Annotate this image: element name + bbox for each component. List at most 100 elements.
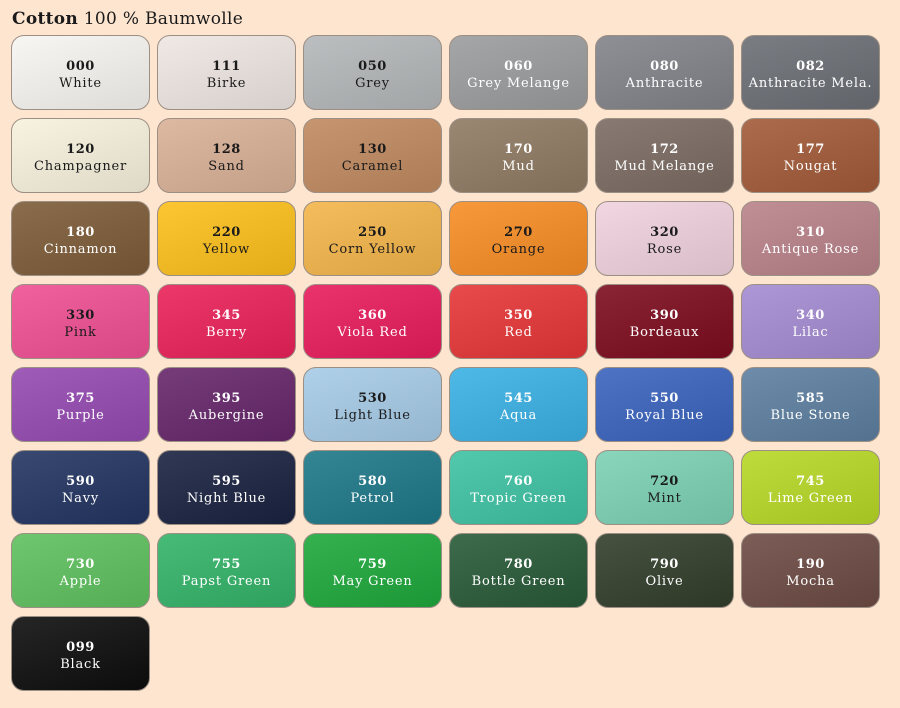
swatch-name: Berry	[205, 325, 248, 340]
swatch-code: 330	[66, 308, 95, 323]
swatch-name: Bottle Green	[471, 574, 566, 589]
color-swatch: 170 Mud	[449, 118, 588, 193]
color-swatch: 099 Black	[11, 616, 150, 691]
swatch-name: Aubergine	[188, 408, 265, 423]
swatch-name: Pink	[64, 325, 97, 340]
swatch-name: Rose	[646, 242, 683, 257]
swatch-name: Cinnamon	[43, 242, 118, 257]
swatch-code: 000	[66, 59, 95, 74]
color-swatch: 590 Navy	[11, 450, 150, 525]
swatch-code: 745	[796, 474, 825, 489]
swatch-grid: 000 White 111 Birke 050 Grey 060 Grey Melange 08…	[11, 35, 880, 691]
color-swatch: 780 Bottle Green	[449, 533, 588, 608]
chart-heading: Cotton 100 % Baumwolle	[12, 9, 243, 29]
swatch-name: Corn Yellow	[328, 242, 417, 257]
color-swatch: 350 Red	[449, 284, 588, 359]
color-chart-page: Cotton 100 % Baumwolle 000 White 111 Birke 0…	[0, 0, 900, 708]
swatch-name: Petrol	[350, 491, 395, 506]
color-swatch: 745 Lime Green	[741, 450, 880, 525]
color-swatch: 550 Royal Blue	[595, 367, 734, 442]
swatch-code: 585	[796, 391, 825, 406]
swatch-code: 375	[66, 391, 95, 406]
swatch-name: Tropic Green	[470, 491, 567, 506]
swatch-name: Nougat	[783, 159, 838, 174]
swatch-code: 310	[796, 225, 825, 240]
swatch-name: May Green	[332, 574, 413, 589]
color-swatch: 585 Blue Stone	[741, 367, 880, 442]
swatch-code: 082	[796, 59, 825, 74]
color-swatch: 340 Lilac	[741, 284, 880, 359]
swatch-name: Purple	[56, 408, 105, 423]
color-swatch: 190 Mocha	[741, 533, 880, 608]
swatch-code: 755	[212, 557, 241, 572]
swatch-name: Antique Rose	[761, 242, 860, 257]
color-swatch: 310 Antique Rose	[741, 201, 880, 276]
swatch-name: Black	[60, 657, 101, 672]
swatch-name: Night Blue	[186, 491, 267, 506]
swatch-code: 790	[650, 557, 679, 572]
swatch-name: Yellow	[202, 242, 251, 257]
color-swatch: 360 Viola Red	[303, 284, 442, 359]
swatch-name: Navy	[61, 491, 99, 506]
color-swatch: 120 Champagner	[11, 118, 150, 193]
color-swatch: 345 Berry	[157, 284, 296, 359]
swatch-code: 550	[650, 391, 679, 406]
swatch-name: Blue Stone	[770, 408, 851, 423]
swatch-code: 270	[504, 225, 533, 240]
color-swatch: 530 Light Blue	[303, 367, 442, 442]
swatch-code: 530	[358, 391, 387, 406]
swatch-code: 780	[504, 557, 533, 572]
swatch-code: 350	[504, 308, 533, 323]
swatch-code: 320	[650, 225, 679, 240]
swatch-code: 099	[66, 640, 95, 655]
color-swatch: 755 Papst Green	[157, 533, 296, 608]
heading-material: 100 % Baumwolle	[83, 9, 244, 29]
swatch-code: 177	[796, 142, 825, 157]
swatch-code: 190	[796, 557, 825, 572]
swatch-name: Royal Blue	[625, 408, 704, 423]
swatch-code: 720	[650, 474, 679, 489]
color-swatch: 330 Pink	[11, 284, 150, 359]
swatch-name: Sand	[208, 159, 245, 174]
swatch-code: 580	[358, 474, 387, 489]
swatch-name: Mud	[502, 159, 535, 174]
swatch-name: Light Blue	[334, 408, 411, 423]
swatch-code: 730	[66, 557, 95, 572]
swatch-name: Mud Melange	[614, 159, 715, 174]
swatch-code: 345	[212, 308, 241, 323]
swatch-name: Apple	[59, 574, 102, 589]
color-swatch: 390 Bordeaux	[595, 284, 734, 359]
swatch-code: 180	[66, 225, 95, 240]
swatch-name: Bordeaux	[629, 325, 700, 340]
swatch-code: 172	[650, 142, 679, 157]
color-swatch: 580 Petrol	[303, 450, 442, 525]
swatch-name: Lime Green	[767, 491, 854, 506]
color-swatch: 395 Aubergine	[157, 367, 296, 442]
color-swatch: 080 Anthracite	[595, 35, 734, 110]
swatch-name: Viola Red	[337, 325, 408, 340]
swatch-code: 128	[212, 142, 241, 157]
swatch-code: 080	[650, 59, 679, 74]
color-swatch: 595 Night Blue	[157, 450, 296, 525]
swatch-code: 340	[796, 308, 825, 323]
swatch-name: White	[59, 76, 102, 91]
heading-brand: Cotton	[12, 9, 79, 29]
swatch-name: Mocha	[786, 574, 835, 589]
swatch-code: 759	[358, 557, 387, 572]
color-swatch: 730 Apple	[11, 533, 150, 608]
color-swatch: 375 Purple	[11, 367, 150, 442]
swatch-name: Orange	[491, 242, 546, 257]
color-swatch: 172 Mud Melange	[595, 118, 734, 193]
color-swatch: 082 Anthracite Mela.	[741, 35, 880, 110]
color-swatch: 220 Yellow	[157, 201, 296, 276]
swatch-code: 220	[212, 225, 241, 240]
swatch-name: Grey Melange	[467, 76, 570, 91]
swatch-name: Anthracite Mela.	[748, 76, 873, 91]
swatch-code: 760	[504, 474, 533, 489]
color-swatch: 060 Grey Melange	[449, 35, 588, 110]
color-swatch: 180 Cinnamon	[11, 201, 150, 276]
swatch-code: 390	[650, 308, 679, 323]
swatch-name: Olive	[645, 574, 684, 589]
color-swatch: 250 Corn Yellow	[303, 201, 442, 276]
swatch-code: 395	[212, 391, 241, 406]
